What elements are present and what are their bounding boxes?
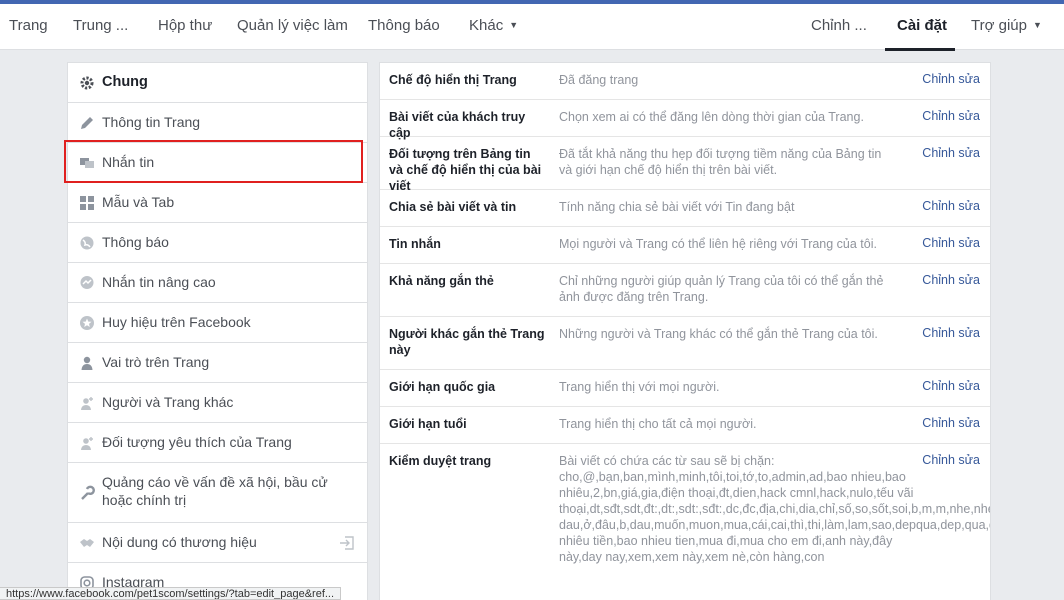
sidebar-item-label: Mẫu và Tab [102,194,175,210]
sidebar-item-general[interactable]: Chung [68,63,367,103]
sidebar-item-political-ads[interactable]: Quảng cáo về vấn đề xã hội, bầu cử hoặc … [68,463,367,523]
settings-row[interactable]: Đối tượng trên Bảng tin và chế độ hiển t… [380,137,990,193]
setting-description: Chọn xem ai có thể đăng lên dòng thời gi… [559,110,864,124]
setting-label: Chia sẻ bài viết và tin [389,200,517,214]
setting-description: Mọi người và Trang có thể liên hệ riêng … [559,237,877,251]
settings-row[interactable]: Giới hạn tuổi Trang hiển thị cho tất cả … [380,407,990,444]
sidebar-item-label: Chung [102,74,148,90]
nav-tab-help[interactable]: Trợ giúp ▼ [971,17,1042,34]
setting-label: Người khác gắn thẻ Trang này [389,327,545,357]
sidebar-item-label: Đối tượng yêu thích của Trang [102,434,292,450]
edit-link[interactable]: Chỉnh sửa [922,453,980,467]
nav-tab-notifications[interactable]: Thông báo [368,17,440,34]
sidebar-item-label: Người và Trang khác [102,394,234,410]
enter-icon[interactable] [339,535,355,551]
edit-link[interactable]: Chỉnh sửa [922,72,980,86]
sidebar-item-advanced-messaging[interactable]: Nhắn tin nâng cao [68,263,367,303]
setting-label: Giới hạn quốc gia [389,380,496,394]
setting-description: Chỉ những người giúp quản lý Trang của t… [559,274,884,304]
settings-row[interactable]: Người khác gắn thẻ Trang này Những người… [380,317,990,370]
nav-tab-inbox[interactable]: Hộp thư [158,17,212,34]
caret-down-icon: ▼ [509,20,519,30]
setting-label: Giới hạn tuổi [389,417,467,431]
wrench-icon [81,485,95,500]
setting-description: Bài viết có chứa các từ sau sẽ bị chặn: … [559,454,990,564]
setting-description: Những người và Trang khác có thể gắn thẻ… [559,327,878,341]
browser-status-url: https://www.facebook.com/pet1scom/settin… [0,587,342,600]
edit-link[interactable]: Chỉnh sửa [922,199,980,213]
settings-row[interactable]: Khả năng gắn thẻ Chỉ những người giúp qu… [380,264,990,317]
setting-description: Tính năng chia sẻ bài viết với Tin đang … [559,200,795,214]
settings-row[interactable]: Chia sẻ bài viết và tin Tính năng chia s… [380,190,990,227]
nav-tab-more-label: Khác [469,17,504,34]
selection-highlight [64,140,363,183]
setting-description: Đã tắt khả năng thu hẹp đối tượng tiềm n… [559,147,882,177]
edit-link[interactable]: Chỉnh sửa [922,379,980,393]
nav-tab-more[interactable]: Khác ▼ [469,17,518,34]
setting-description: Trang hiển thị cho tất cả mọi người. [559,417,757,431]
settings-row[interactable]: Bài viết của khách truy cập Chọn xem ai … [380,100,990,140]
settings-row[interactable]: Tin nhắn Mọi người và Trang có thể liên … [380,227,990,264]
sidebar-item-label: Thông tin Trang [102,114,201,130]
setting-label: Đối tượng trên Bảng tin và chế độ hiển t… [389,147,542,193]
edit-link[interactable]: Chỉnh sửa [922,273,980,287]
sidebar-item-facebook-badges[interactable]: Huy hiệu trên Facebook [68,303,367,343]
edit-link[interactable]: Chỉnh sửa [922,326,980,340]
edit-link[interactable]: Chỉnh sửa [922,146,980,160]
nav-tab-settings[interactable]: Cài đặt [897,17,947,34]
sidebar-item-label: Nội dung có thương hiệu [102,534,257,550]
nav-tab-help-label: Trợ giúp [971,17,1027,34]
sidebar-item-branded-content[interactable]: Nội dung có thương hiệu [68,523,367,563]
globe-icon [80,236,94,250]
page-top-nav: Trang Trung ... Hộp thư Quản lý việc làm… [0,4,1064,51]
sidebar-item-notifications[interactable]: Thông báo [68,223,367,263]
handshake-icon [80,539,94,547]
sidebar-item-templates-tabs[interactable]: Mẫu và Tab [68,183,367,223]
edit-link[interactable]: Chỉnh sửa [922,416,980,430]
setting-description: Đã đăng trang [559,73,639,87]
nav-tab-jobs[interactable]: Quản lý việc làm [237,17,348,34]
nav-tab-page[interactable]: Trang [9,17,48,34]
star-badge-icon [80,316,94,330]
caret-down-icon: ▼ [1032,20,1042,30]
settings-row[interactable]: Giới hạn quốc gia Trang hiển thị với mọi… [380,370,990,407]
sidebar-item-label: Thông báo [102,234,169,250]
sidebar-item-label: Huy hiệu trên Facebook [102,314,251,330]
active-tab-underline [885,48,955,51]
settings-panel: Chế độ hiển thị Trang Đã đăng trang Chỉn… [379,62,991,600]
edit-link[interactable]: Chỉnh sửa [922,109,980,123]
person-icon [81,356,93,370]
sidebar-item-label: Quảng cáo về vấn đề xã hội, bầu cử hoặc … [102,474,328,508]
setting-description: Trang hiển thị với mọi người. [559,380,720,394]
grid-icon [80,196,94,210]
setting-label: Khả năng gắn thẻ [389,274,494,288]
sidebar-item-page-info[interactable]: Thông tin Trang [68,103,367,143]
setting-label: Tin nhắn [389,237,441,251]
sidebar-item-people-other-pages[interactable]: Người và Trang khác [68,383,367,423]
messenger-icon [80,276,94,289]
edit-link[interactable]: Chỉnh sửa [922,236,980,250]
pencil-icon [81,117,93,129]
setting-label: Chế độ hiển thị Trang [389,73,517,87]
sidebar-item-label: Nhắn tin nâng cao [102,274,216,290]
sidebar-item-page-roles[interactable]: Vai trò trên Trang [68,343,367,383]
settings-row[interactable]: Kiểm duyệt trang Bài viết có chứa các từ… [380,444,990,600]
sidebar-item-label: Vai trò trên Trang [102,354,210,370]
setting-label: Kiểm duyệt trang [389,454,492,468]
nav-tab-center[interactable]: Trung ... [73,17,128,34]
nav-tab-edit[interactable]: Chỉnh ... [811,17,867,34]
settings-row[interactable]: Chế độ hiển thị Trang Đã đăng trang Chỉn… [380,63,990,100]
sidebar-item-preferred-audience[interactable]: Đối tượng yêu thích của Trang [68,423,367,463]
gear-icon [80,76,94,90]
person-plus-icon [81,437,93,450]
person-plus-icon [81,397,93,410]
